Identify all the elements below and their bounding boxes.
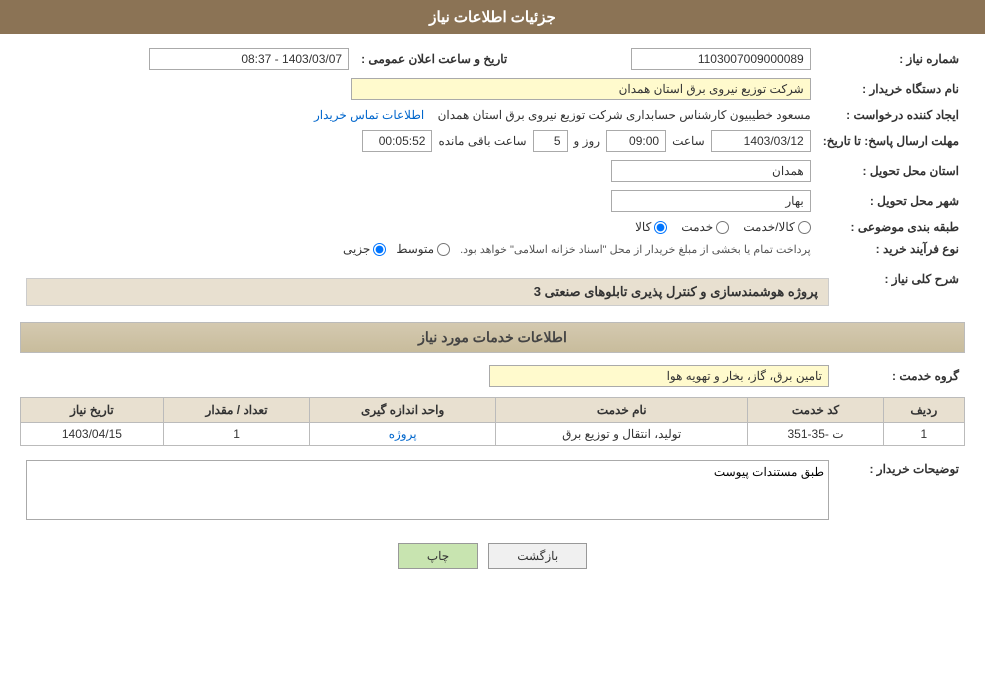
- province-input: همدان: [611, 160, 811, 182]
- cell-qty: 1: [163, 423, 309, 446]
- category-option-kala[interactable]: کالا: [635, 220, 667, 234]
- category-option-khadamat[interactable]: خدمت: [681, 220, 729, 234]
- col-header-row: ردیف: [883, 398, 964, 423]
- page-header: جزئیات اطلاعات نیاز: [0, 0, 985, 34]
- footer-buttons: بازگشت چاپ: [20, 543, 965, 569]
- page-title: جزئیات اطلاعات نیاز: [429, 9, 556, 26]
- purchase-radio-small[interactable]: [373, 243, 386, 256]
- city-input: بهار: [611, 190, 811, 212]
- deadline-days-input: 5: [533, 130, 568, 152]
- cell-unit: پروژه: [310, 423, 496, 446]
- creator-name: مسعود خطیبیون کارشناس حسابداری شرکت توزی…: [438, 108, 811, 122]
- service-group-section: گروه خدمت : تامین برق، گاز، بخار و تهویه…: [20, 361, 965, 391]
- category-label: طبقه بندی موضوعی :: [817, 216, 965, 238]
- col-header-date: تاریخ نیاز: [21, 398, 164, 423]
- purchase-type-row: پرداخت تمام یا بخشی از مبلغ خریدار از مح…: [26, 242, 811, 256]
- col-header-qty: تعداد / مقدار: [163, 398, 309, 423]
- purchase-option-small[interactable]: جزیی: [343, 242, 386, 256]
- remaining-time-input: 00:05:52: [362, 130, 432, 152]
- need-desc-section: شرح کلی نیاز : پروژه هوشمندسازی و کنترل …: [20, 266, 965, 316]
- remaining-label: ساعت باقی مانده: [438, 134, 526, 148]
- table-row: 1 ت -35-351 تولید، انتقال و توزیع برق پر…: [21, 423, 965, 446]
- service-group-label: گروه خدمت :: [835, 361, 965, 391]
- category-radio-kala[interactable]: [654, 221, 667, 234]
- purchase-note: پرداخت تمام یا بخشی از مبلغ خریدار از مح…: [460, 243, 811, 256]
- category-radio-kala-khadamat[interactable]: [798, 221, 811, 234]
- need-desc-label: شرح کلی نیاز :: [835, 266, 965, 316]
- creator-contact-link[interactable]: اطلاعات تماس خریدار: [314, 108, 424, 122]
- category-label-khadamat: خدمت: [681, 220, 713, 234]
- col-header-name: نام خدمت: [496, 398, 748, 423]
- announce-date-value: 1403/03/07 - 08:37: [20, 44, 355, 74]
- category-radio-group: کالا/خدمت خدمت کالا: [26, 220, 811, 234]
- announce-date-label: تاریخ و ساعت اعلان عمومی :: [355, 44, 513, 74]
- buyer-org-label: نام دستگاه خریدار :: [817, 74, 965, 104]
- main-form: شماره نیاز : 1103007009000089 تاریخ و سا…: [20, 44, 965, 260]
- services-section-header: اطلاعات خدمات مورد نیاز: [20, 322, 965, 353]
- city-label: شهر محل تحویل :: [817, 186, 965, 216]
- cell-name: تولید، انتقال و توزیع برق: [496, 423, 748, 446]
- buyer-desc-textarea[interactable]: [26, 460, 829, 520]
- purchase-radio-medium[interactable]: [437, 243, 450, 256]
- purchase-label-small: جزیی: [343, 242, 370, 256]
- category-option-kala-khadamat[interactable]: کالا/خدمت: [743, 220, 810, 234]
- need-number-input: 1103007009000089: [631, 48, 811, 70]
- buyer-org-input: شرکت توزیع نیروی برق استان همدان: [351, 78, 811, 100]
- service-group-value: تامین برق، گاز، بخار و تهویه هوا: [489, 365, 829, 387]
- need-desc-value: پروژه هوشمندسازی و کنترل پذیری تابلوهای …: [534, 284, 818, 299]
- col-header-code: کد خدمت: [748, 398, 883, 423]
- deadline-days-label: روز و: [574, 134, 601, 148]
- buyer-desc-section: توضیحات خریدار :: [20, 456, 965, 527]
- services-table: ردیف کد خدمت نام خدمت واحد اندازه گیری ت…: [20, 397, 965, 446]
- need-desc-section-title: پروژه هوشمندسازی و کنترل پذیری تابلوهای …: [26, 278, 829, 306]
- announce-date-input: 1403/03/07 - 08:37: [149, 48, 349, 70]
- purchase-type-label: نوع فرآیند خرید :: [817, 238, 965, 260]
- cell-code: ت -35-351: [748, 423, 883, 446]
- back-button[interactable]: بازگشت: [488, 543, 587, 569]
- print-button[interactable]: چاپ: [398, 543, 478, 569]
- deadline-date-input: 1403/03/12: [711, 130, 811, 152]
- need-number-label: شماره نیاز :: [817, 44, 965, 74]
- category-radio-khadamat[interactable]: [716, 221, 729, 234]
- purchase-option-medium[interactable]: متوسط: [396, 242, 450, 256]
- col-header-unit: واحد اندازه گیری: [310, 398, 496, 423]
- cell-row: 1: [883, 423, 964, 446]
- deadline-time-label: ساعت: [672, 134, 705, 148]
- category-label-kala-khadamat: کالا/خدمت: [743, 220, 794, 234]
- deadline-label: مهلت ارسال پاسخ: تا تاریخ:: [817, 126, 965, 156]
- category-label-kala: کالا: [635, 220, 651, 234]
- deadline-time-input: 09:00: [606, 130, 666, 152]
- creator-label: ایجاد کننده درخواست :: [817, 104, 965, 126]
- province-label: استان محل تحویل :: [817, 156, 965, 186]
- need-number-value: 1103007009000089: [513, 44, 816, 74]
- purchase-label-medium: متوسط: [396, 242, 434, 256]
- buyer-desc-label: توضیحات خریدار :: [835, 456, 965, 527]
- cell-date: 1403/04/15: [21, 423, 164, 446]
